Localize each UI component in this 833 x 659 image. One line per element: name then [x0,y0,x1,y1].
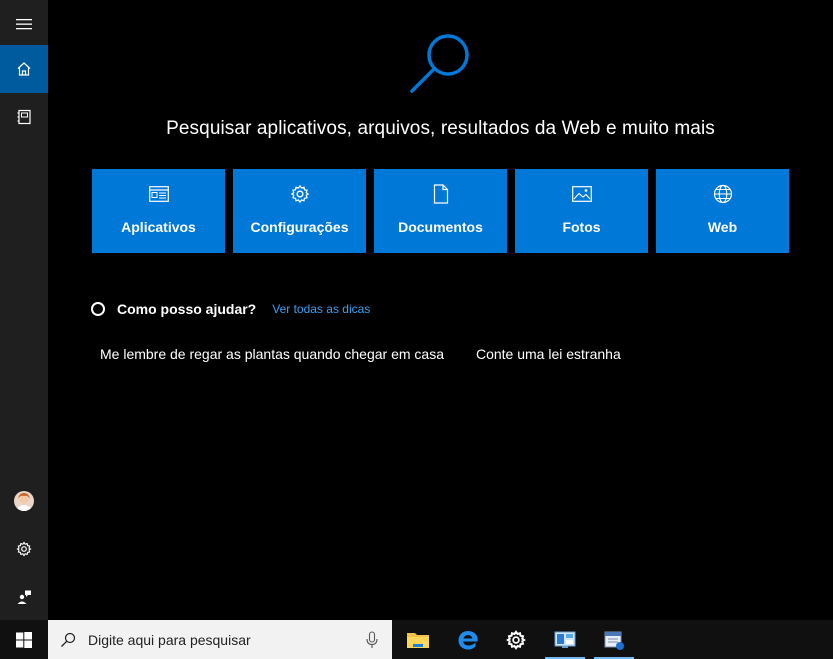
account-button[interactable] [0,477,48,525]
search-scope-tiles: Aplicativos Configurações Documentos Fot… [92,169,789,253]
taskbar-settings[interactable] [492,620,540,659]
apps-icon [148,183,169,205]
see-all-tips-link[interactable]: Ver todas as dicas [272,302,370,316]
suggestion-list: Me lembre de regar as plantas quando che… [100,346,621,362]
document-icon [433,183,449,205]
cortana-home-panel: Pesquisar aplicativos, arquivos, resulta… [48,0,833,620]
tile-documents-label: Documentos [398,219,483,235]
globe-icon [713,183,733,205]
tile-apps-label: Aplicativos [121,219,196,235]
taskbar [0,620,833,659]
notebook-button[interactable] [0,93,48,141]
tile-web-label: Web [707,219,738,235]
tile-photos[interactable]: Fotos [515,169,648,253]
notebook-icon [17,109,31,125]
settings-button[interactable] [0,525,48,573]
search-hero-icon [410,34,469,93]
gear-icon [506,629,526,650]
tile-settings-label: Configurações [250,219,349,235]
edge-icon [458,630,478,649]
help-section-header: Como posso ajudar? Ver todas as dicas [91,300,370,318]
suggestion-item[interactable]: Me lembre de regar as plantas quando che… [100,346,444,362]
taskbar-search-box[interactable] [48,620,392,659]
cortana-circle-icon [91,302,105,316]
microphone-icon[interactable] [366,631,378,649]
feedback-icon [17,590,31,604]
hamburger-icon [16,19,32,30]
gear-icon [16,541,32,557]
taskbar-edge[interactable] [444,620,492,659]
taskbar-mail-app[interactable] [590,620,638,659]
avatar-icon [14,491,34,511]
tile-web[interactable]: Web [656,169,789,253]
help-title: Como posso ajudar? [117,301,257,317]
search-icon [60,632,82,648]
start-button[interactable] [0,620,48,659]
windows-logo-icon [16,631,32,648]
home-icon [17,62,31,76]
mail-app-icon [604,631,624,650]
tile-documents[interactable]: Documentos [374,169,507,253]
taskbar-control-panel[interactable] [541,620,589,659]
control-panel-icon [554,631,576,648]
folder-icon [407,632,429,648]
page-title: Pesquisar aplicativos, arquivos, resulta… [166,118,715,139]
suggestion-item[interactable]: Conte uma lei estranha [476,346,621,362]
hamburger-menu-button[interactable] [0,0,48,48]
feedback-button[interactable] [0,573,48,621]
tile-apps[interactable]: Aplicativos [92,169,225,253]
tile-photos-label: Fotos [562,219,601,235]
tile-settings[interactable]: Configurações [233,169,366,253]
photo-icon [571,183,592,205]
home-button[interactable] [0,45,48,93]
cortana-sidebar [0,0,48,620]
taskbar-file-explorer[interactable] [394,620,442,659]
gear-icon [290,183,310,205]
search-input[interactable] [88,631,358,648]
